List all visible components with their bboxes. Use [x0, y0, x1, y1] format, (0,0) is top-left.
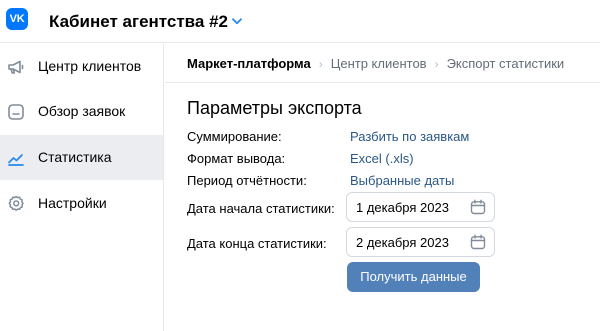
sidebar-item-label: Настройки — [38, 195, 107, 211]
calendar-icon — [470, 234, 486, 250]
chart-line-icon — [6, 148, 26, 168]
calendar-icon — [470, 199, 486, 215]
cabinet-title: Кабинет агентства #2 — [49, 12, 228, 31]
megaphone-icon — [6, 57, 26, 77]
format-label: Формат вывода: — [187, 151, 286, 166]
end-date-value: 2 декабря 2023 — [356, 235, 449, 250]
sidebar: Центр клиентов Обзор заявок Статистика Н… — [0, 44, 164, 331]
sidebar-item-label: Центр клиентов — [38, 58, 142, 74]
breadcrumb-item-market-platform[interactable]: Маркет-платформа — [187, 56, 311, 71]
chevron-down-icon — [232, 10, 242, 30]
breadcrumb-item-export[interactable]: Экспорт статистики — [447, 56, 565, 71]
main-content: Маркет-платформа › Центр клиентов › Экспорт … — [165, 44, 600, 331]
vk-logo-icon[interactable]: VK — [6, 8, 28, 30]
sidebar-item-label: Обзор заявок — [38, 103, 126, 119]
document-icon — [6, 102, 26, 122]
summation-label: Суммирование: — [187, 129, 282, 144]
sidebar-item-requests[interactable]: Обзор заявок — [0, 89, 163, 134]
sidebar-item-label: Статистика — [38, 149, 112, 165]
sidebar-item-clients[interactable]: Центр клиентов — [0, 44, 163, 89]
period-select[interactable]: Выбранные даты — [350, 173, 454, 188]
sidebar-item-settings[interactable]: Настройки — [0, 181, 163, 226]
gear-icon — [6, 194, 26, 214]
period-label: Период отчётности: — [187, 173, 307, 188]
start-date-picker[interactable]: 1 декабря 2023 — [346, 192, 495, 222]
breadcrumb-divider — [165, 82, 600, 83]
chevron-right-icon: › — [434, 56, 439, 71]
start-date-label: Дата начала статистики: — [187, 201, 335, 216]
get-data-button[interactable]: Получить данные — [347, 262, 480, 292]
summation-select[interactable]: Разбить по заявкам — [350, 129, 469, 144]
end-date-label: Дата конца статистики: — [187, 236, 327, 251]
breadcrumb: Маркет-платформа › Центр клиентов › Экспорт … — [187, 55, 564, 71]
end-date-picker[interactable]: 2 декабря 2023 — [346, 227, 495, 257]
format-select[interactable]: Excel (.xls) — [350, 151, 414, 166]
sidebar-item-statistics[interactable]: Статистика — [0, 135, 163, 180]
breadcrumb-item-clients[interactable]: Центр клиентов — [331, 56, 427, 71]
cabinet-switcher[interactable]: Кабинет агентства #2 — [49, 10, 242, 32]
chevron-right-icon: › — [318, 56, 323, 71]
top-header: VK Кабинет агентства #2 — [0, 0, 600, 43]
start-date-value: 1 декабря 2023 — [356, 200, 449, 215]
page-title: Параметры экспорта — [187, 98, 362, 118]
